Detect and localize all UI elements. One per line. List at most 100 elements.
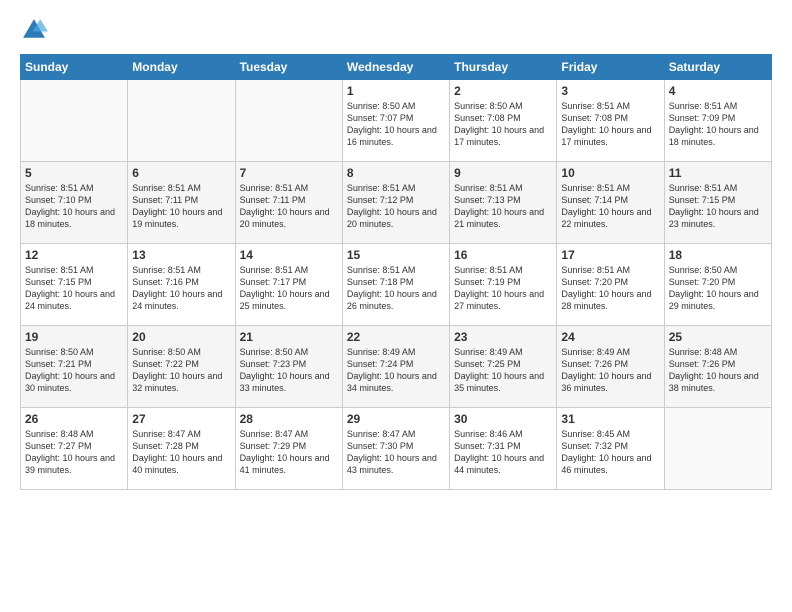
day-number: 19	[25, 330, 123, 344]
calendar-cell: 2 Sunrise: 8:50 AM Sunset: 7:08 PM Daylig…	[450, 80, 557, 162]
cell-info: Sunrise: 8:51 AM Sunset: 7:16 PM Dayligh…	[132, 264, 230, 313]
day-number: 18	[669, 248, 767, 262]
cell-info: Sunrise: 8:50 AM Sunset: 7:21 PM Dayligh…	[25, 346, 123, 395]
calendar-cell: 31 Sunrise: 8:45 AM Sunset: 7:32 PM Dayli…	[557, 408, 664, 490]
logo-icon	[20, 16, 48, 44]
calendar-cell: 1 Sunrise: 8:50 AM Sunset: 7:07 PM Daylig…	[342, 80, 449, 162]
calendar-cell: 30 Sunrise: 8:46 AM Sunset: 7:31 PM Dayli…	[450, 408, 557, 490]
calendar-cell: 14Sunrise: 8:51 AM Sunset: 7:17 PM Dayli…	[235, 244, 342, 326]
col-header-thursday: Thursday	[450, 55, 557, 80]
page-header	[20, 16, 772, 44]
day-number: 25	[669, 330, 767, 344]
calendar-cell: 9 Sunrise: 8:51 AM Sunset: 7:13 PM Daylig…	[450, 162, 557, 244]
day-number: 21	[240, 330, 338, 344]
calendar-cell: 21Sunrise: 8:50 AM Sunset: 7:23 PM Dayli…	[235, 326, 342, 408]
calendar-cell: 5 Sunrise: 8:51 AM Sunset: 7:10 PM Daylig…	[21, 162, 128, 244]
calendar-cell: 20Sunrise: 8:50 AM Sunset: 7:22 PM Dayli…	[128, 326, 235, 408]
col-header-sunday: Sunday	[21, 55, 128, 80]
cell-info: Sunrise: 8:51 AM Sunset: 7:14 PM Dayligh…	[561, 182, 659, 231]
day-number: 26	[25, 412, 123, 426]
cell-info: Sunrise: 8:51 AM Sunset: 7:13 PM Dayligh…	[454, 182, 552, 231]
day-number: 28	[240, 412, 338, 426]
col-header-friday: Friday	[557, 55, 664, 80]
calendar-cell: 19 Sunrise: 8:50 AM Sunset: 7:21 PM Dayli…	[21, 326, 128, 408]
day-number: 29	[347, 412, 445, 426]
day-number: 30	[454, 412, 552, 426]
cell-info: Sunrise: 8:51 AM Sunset: 7:11 PM Dayligh…	[132, 182, 230, 231]
day-number: 24	[561, 330, 659, 344]
calendar-cell	[128, 80, 235, 162]
cell-info: Sunrise: 8:51 AM Sunset: 7:08 PM Dayligh…	[561, 100, 659, 149]
cell-info: Sunrise: 8:50 AM Sunset: 7:20 PM Dayligh…	[669, 264, 767, 313]
cell-info: Sunrise: 8:51 AM Sunset: 7:18 PM Dayligh…	[347, 264, 445, 313]
cell-info: Sunrise: 8:48 AM Sunset: 7:26 PM Dayligh…	[669, 346, 767, 395]
day-number: 13	[132, 248, 230, 262]
calendar-table: SundayMondayTuesdayWednesdayThursdayFrid…	[20, 54, 772, 490]
calendar-cell: 11 Sunrise: 8:51 AM Sunset: 7:15 PM Dayli…	[664, 162, 771, 244]
calendar-cell: 23 Sunrise: 8:49 AM Sunset: 7:25 PM Dayli…	[450, 326, 557, 408]
calendar-cell: 12 Sunrise: 8:51 AM Sunset: 7:15 PM Dayli…	[21, 244, 128, 326]
col-header-saturday: Saturday	[664, 55, 771, 80]
day-number: 2	[454, 84, 552, 98]
calendar-cell	[235, 80, 342, 162]
cell-info: Sunrise: 8:49 AM Sunset: 7:25 PM Dayligh…	[454, 346, 552, 395]
cell-info: Sunrise: 8:51 AM Sunset: 7:19 PM Dayligh…	[454, 264, 552, 313]
calendar-cell: 3 Sunrise: 8:51 AM Sunset: 7:08 PM Daylig…	[557, 80, 664, 162]
day-number: 3	[561, 84, 659, 98]
calendar-cell: 26 Sunrise: 8:48 AM Sunset: 7:27 PM Dayli…	[21, 408, 128, 490]
day-number: 10	[561, 166, 659, 180]
cell-info: Sunrise: 8:49 AM Sunset: 7:24 PM Dayligh…	[347, 346, 445, 395]
calendar-cell: 17Sunrise: 8:51 AM Sunset: 7:20 PM Dayli…	[557, 244, 664, 326]
cell-info: Sunrise: 8:50 AM Sunset: 7:07 PM Dayligh…	[347, 100, 445, 149]
calendar-cell: 16 Sunrise: 8:51 AM Sunset: 7:19 PM Dayli…	[450, 244, 557, 326]
day-number: 9	[454, 166, 552, 180]
week-row-5: 26 Sunrise: 8:48 AM Sunset: 7:27 PM Dayli…	[21, 408, 772, 490]
day-number: 15	[347, 248, 445, 262]
week-row-4: 19 Sunrise: 8:50 AM Sunset: 7:21 PM Dayli…	[21, 326, 772, 408]
week-row-1: 1 Sunrise: 8:50 AM Sunset: 7:07 PM Daylig…	[21, 80, 772, 162]
day-number: 27	[132, 412, 230, 426]
cell-info: Sunrise: 8:51 AM Sunset: 7:12 PM Dayligh…	[347, 182, 445, 231]
day-number: 20	[132, 330, 230, 344]
logo	[20, 16, 52, 44]
calendar-cell: 24 Sunrise: 8:49 AM Sunset: 7:26 PM Dayli…	[557, 326, 664, 408]
week-row-2: 5 Sunrise: 8:51 AM Sunset: 7:10 PM Daylig…	[21, 162, 772, 244]
cell-info: Sunrise: 8:51 AM Sunset: 7:10 PM Dayligh…	[25, 182, 123, 231]
calendar-cell: 4Sunrise: 8:51 AM Sunset: 7:09 PM Daylig…	[664, 80, 771, 162]
cell-info: Sunrise: 8:47 AM Sunset: 7:30 PM Dayligh…	[347, 428, 445, 477]
day-number: 16	[454, 248, 552, 262]
day-number: 17	[561, 248, 659, 262]
cell-info: Sunrise: 8:47 AM Sunset: 7:29 PM Dayligh…	[240, 428, 338, 477]
cell-info: Sunrise: 8:50 AM Sunset: 7:08 PM Dayligh…	[454, 100, 552, 149]
day-number: 1	[347, 84, 445, 98]
calendar-cell: 28 Sunrise: 8:47 AM Sunset: 7:29 PM Dayli…	[235, 408, 342, 490]
day-number: 6	[132, 166, 230, 180]
day-number: 7	[240, 166, 338, 180]
calendar-cell	[664, 408, 771, 490]
cell-info: Sunrise: 8:51 AM Sunset: 7:15 PM Dayligh…	[25, 264, 123, 313]
day-number: 11	[669, 166, 767, 180]
day-number: 23	[454, 330, 552, 344]
day-number: 12	[25, 248, 123, 262]
cell-info: Sunrise: 8:45 AM Sunset: 7:32 PM Dayligh…	[561, 428, 659, 477]
calendar-cell: 27 Sunrise: 8:47 AM Sunset: 7:28 PM Dayli…	[128, 408, 235, 490]
cell-info: Sunrise: 8:49 AM Sunset: 7:26 PM Dayligh…	[561, 346, 659, 395]
day-number: 5	[25, 166, 123, 180]
cell-info: Sunrise: 8:48 AM Sunset: 7:27 PM Dayligh…	[25, 428, 123, 477]
cell-info: Sunrise: 8:51 AM Sunset: 7:09 PM Dayligh…	[669, 100, 767, 149]
calendar-cell: 6 Sunrise: 8:51 AM Sunset: 7:11 PM Daylig…	[128, 162, 235, 244]
cell-info: Sunrise: 8:47 AM Sunset: 7:28 PM Dayligh…	[132, 428, 230, 477]
cell-info: Sunrise: 8:46 AM Sunset: 7:31 PM Dayligh…	[454, 428, 552, 477]
cell-info: Sunrise: 8:51 AM Sunset: 7:17 PM Dayligh…	[240, 264, 338, 313]
calendar-cell: 8Sunrise: 8:51 AM Sunset: 7:12 PM Daylig…	[342, 162, 449, 244]
day-number: 31	[561, 412, 659, 426]
calendar-cell: 25 Sunrise: 8:48 AM Sunset: 7:26 PM Dayli…	[664, 326, 771, 408]
calendar-cell: 18 Sunrise: 8:50 AM Sunset: 7:20 PM Dayli…	[664, 244, 771, 326]
cell-info: Sunrise: 8:51 AM Sunset: 7:15 PM Dayligh…	[669, 182, 767, 231]
calendar-cell: 22 Sunrise: 8:49 AM Sunset: 7:24 PM Dayli…	[342, 326, 449, 408]
calendar-header-row: SundayMondayTuesdayWednesdayThursdayFrid…	[21, 55, 772, 80]
calendar-cell: 7Sunrise: 8:51 AM Sunset: 7:11 PM Daylig…	[235, 162, 342, 244]
day-number: 22	[347, 330, 445, 344]
calendar-cell: 10 Sunrise: 8:51 AM Sunset: 7:14 PM Dayli…	[557, 162, 664, 244]
calendar-cell	[21, 80, 128, 162]
